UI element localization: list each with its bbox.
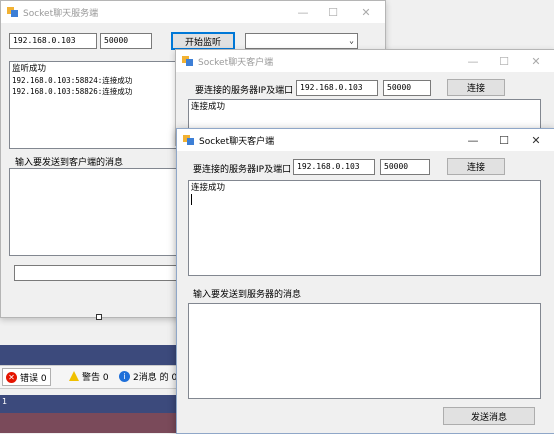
server-send-label: 输入要发送到客户端的消息	[15, 158, 124, 168]
errors-filter-button[interactable]: ✕ 错误 0	[2, 368, 51, 386]
chevron-down-icon: ⌄	[349, 36, 354, 45]
maximize-button[interactable]: ☐	[489, 129, 519, 151]
close-button[interactable]: ✕	[351, 1, 381, 23]
app-icon	[182, 55, 193, 66]
server-ip-input[interactable]: 192.168.0.103	[9, 33, 97, 49]
close-button[interactable]: ✕	[521, 129, 551, 151]
minimize-button[interactable]: —	[288, 1, 318, 23]
client-front-connect-button[interactable]: 连接	[447, 158, 505, 175]
client-front-log-line: 连接成功	[191, 183, 226, 193]
server-bottom-input[interactable]	[14, 265, 184, 281]
server-log-line: 192.168.0.103:58826:连接成功	[12, 87, 133, 96]
app-icon	[183, 134, 194, 145]
client-window-front: Socket聊天客户端 — ☐ ✕ 要连接的服务器IP及端口 192.168.0…	[176, 128, 554, 434]
warning-icon	[69, 371, 79, 381]
resize-handle[interactable]	[96, 314, 102, 320]
error-icon: ✕	[6, 371, 17, 383]
info-icon: i	[119, 370, 130, 382]
client-back-titlebar[interactable]: Socket聊天客户端 — ☐ ✕	[176, 50, 554, 72]
maximize-button[interactable]: ☐	[318, 1, 348, 23]
client-front-port-input[interactable]: 50000	[380, 159, 430, 175]
errors-label: 错误 0	[20, 373, 47, 384]
messages-label: 2消息 的 0	[133, 372, 178, 383]
client-front-titlebar[interactable]: Socket聊天客户端 — ☐ ✕	[177, 129, 554, 151]
server-message-input[interactable]	[9, 168, 184, 256]
minimize-button[interactable]: —	[458, 50, 488, 72]
client-back-connect-button[interactable]: 连接	[447, 79, 505, 96]
client-select[interactable]: ⌄	[245, 33, 358, 49]
client-front-log-area[interactable]: 连接成功	[188, 180, 541, 276]
minimize-button[interactable]: —	[458, 129, 488, 151]
server-log-line: 192.168.0.103:58824:连接成功	[12, 76, 133, 85]
ide-line-number: 1	[2, 397, 8, 406]
client-front-ip-label: 要连接的服务器IP及端口	[193, 165, 292, 175]
warnings-filter-button[interactable]: 警告 0	[66, 368, 112, 384]
text-caret	[191, 194, 538, 206]
client-back-ip-label: 要连接的服务器IP及端口	[195, 86, 294, 96]
close-button[interactable]: ✕	[521, 50, 551, 72]
app-icon	[7, 6, 18, 17]
server-titlebar[interactable]: Socket聊天服务端 — ☐ ✕	[1, 1, 385, 23]
messages-filter-button[interactable]: i 2消息 的 0	[116, 368, 180, 384]
client-back-port-input[interactable]: 50000	[383, 80, 431, 96]
client-front-ip-input[interactable]: 192.168.0.103	[293, 159, 375, 175]
server-title: Socket聊天服务端	[23, 9, 99, 19]
client-front-title: Socket聊天客户端	[199, 137, 275, 147]
warnings-label: 警告 0	[82, 372, 109, 383]
server-port-input[interactable]: 50000	[100, 33, 152, 49]
start-listen-button[interactable]: 开始监听	[171, 32, 235, 50]
client-back-log-line: 连接成功	[191, 102, 226, 112]
client-back-ip-input[interactable]: 192.168.0.103	[296, 80, 378, 96]
server-log-area[interactable]: 监听成功 192.168.0.103:58824:连接成功 192.168.0.…	[9, 61, 184, 149]
server-log-line: 监听成功	[12, 64, 47, 74]
client-front-send-label: 输入要发送到服务器的消息	[193, 290, 302, 300]
client-back-title: Socket聊天客户端	[198, 58, 274, 68]
send-message-button[interactable]: 发送消息	[443, 407, 535, 425]
client-front-message-input[interactable]	[188, 303, 541, 399]
maximize-button[interactable]: ☐	[489, 50, 519, 72]
